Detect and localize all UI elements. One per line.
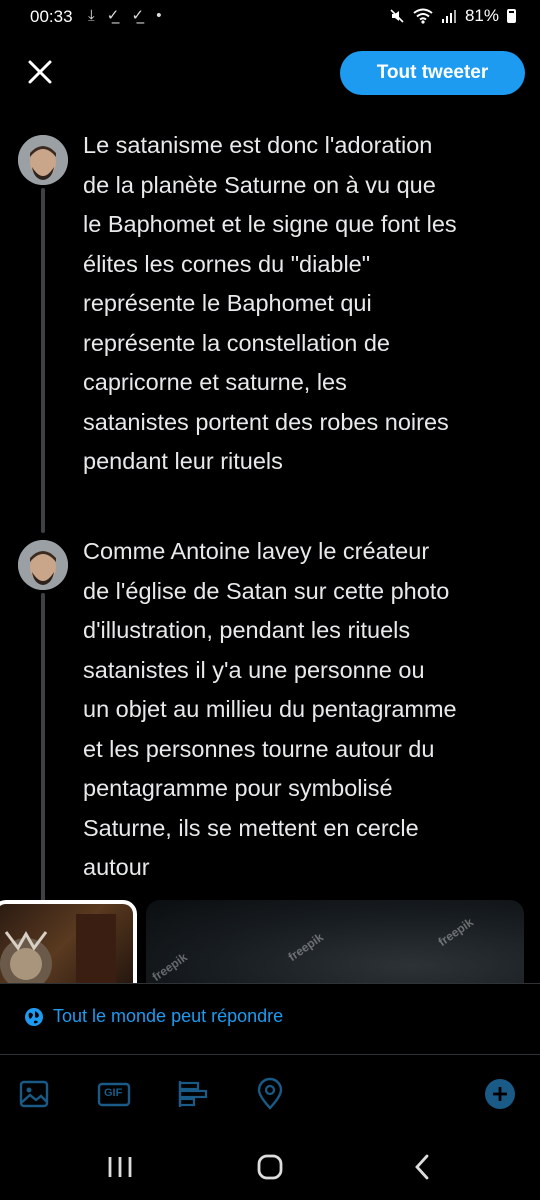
avatar-photo xyxy=(18,135,68,185)
avatar-photo xyxy=(18,540,68,590)
poll-icon[interactable] xyxy=(176,1077,210,1111)
status-bar: 00:33 ⤓ ✓̲ ✓̲ • 81% xyxy=(0,0,540,34)
mute-icon xyxy=(390,9,404,23)
thread-connector xyxy=(41,593,45,903)
avatar[interactable] xyxy=(18,540,68,590)
location-icon[interactable] xyxy=(253,1077,287,1111)
thread-connector xyxy=(41,188,45,533)
notification-icons: ⤓ ✓̲ ✓̲ • xyxy=(88,7,166,24)
watermark: freepik xyxy=(435,914,476,950)
image-icon[interactable] xyxy=(17,1077,51,1111)
gif-label: GIF xyxy=(104,1087,123,1099)
status-time: 00:33 xyxy=(30,7,73,26)
tweet-all-button[interactable]: Tout tweeter xyxy=(340,51,525,95)
recents-icon[interactable] xyxy=(102,1152,138,1182)
home-icon[interactable] xyxy=(252,1152,288,1182)
tweet-text[interactable]: Le satanisme est donc l'adoration de la … xyxy=(83,126,528,482)
reply-setting-label: Tout le monde peut répondre xyxy=(53,1006,284,1026)
back-icon[interactable] xyxy=(405,1152,441,1182)
battery-level: 81% xyxy=(464,6,499,25)
watermark: freepik xyxy=(149,949,190,985)
system-nav-bar xyxy=(0,1130,540,1200)
add-icon[interactable] xyxy=(483,1077,517,1111)
signal-icon xyxy=(441,10,456,23)
globe-icon xyxy=(25,1007,43,1026)
battery-icon xyxy=(507,9,516,23)
status-right: 81% xyxy=(389,6,516,26)
reply-setting-button[interactable]: Tout le monde peut répondre xyxy=(24,1006,283,1027)
compose-toolbar: GIF xyxy=(0,1060,540,1130)
close-icon[interactable] xyxy=(24,56,56,88)
reply-settings-bar: Tout le monde peut répondre xyxy=(0,983,540,1055)
gif-icon[interactable]: GIF xyxy=(97,1077,131,1111)
tweet-text[interactable]: Comme Antoine lavey le créateur de l'égl… xyxy=(83,532,528,888)
watermark: freepik xyxy=(285,929,326,965)
wifi-icon xyxy=(413,8,433,24)
avatar[interactable] xyxy=(18,135,68,185)
